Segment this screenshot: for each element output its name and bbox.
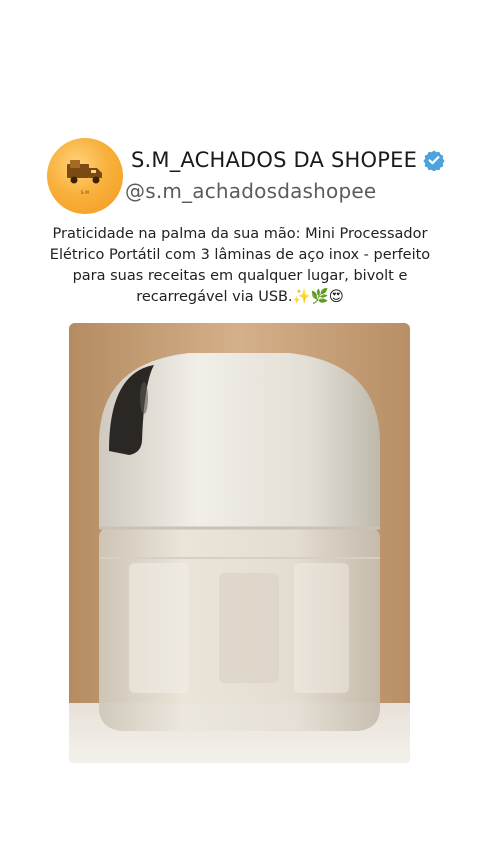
profile-avatar[interactable]: S.M — [47, 138, 123, 214]
delivery-truck-icon — [67, 160, 102, 184]
mini-food-processor-image — [69, 323, 410, 763]
profile-name-row: S.M_ACHADOS DA SHOPEE — [131, 148, 445, 172]
product-photo[interactable] — [69, 323, 410, 763]
post-caption: Praticidade na palma da sua mão: Mini Pr… — [49, 226, 431, 305]
verified-badge-icon — [423, 150, 445, 171]
profile-handle[interactable]: @s.m_achadosdashopee — [125, 179, 376, 203]
profile-name[interactable]: S.M_ACHADOS DA SHOPEE — [131, 148, 417, 172]
post-header: S.M S.M_ACHADOS DA SHOPEE @s.m_achadosda… — [47, 138, 447, 214]
avatar-label: S.M — [80, 190, 90, 195]
